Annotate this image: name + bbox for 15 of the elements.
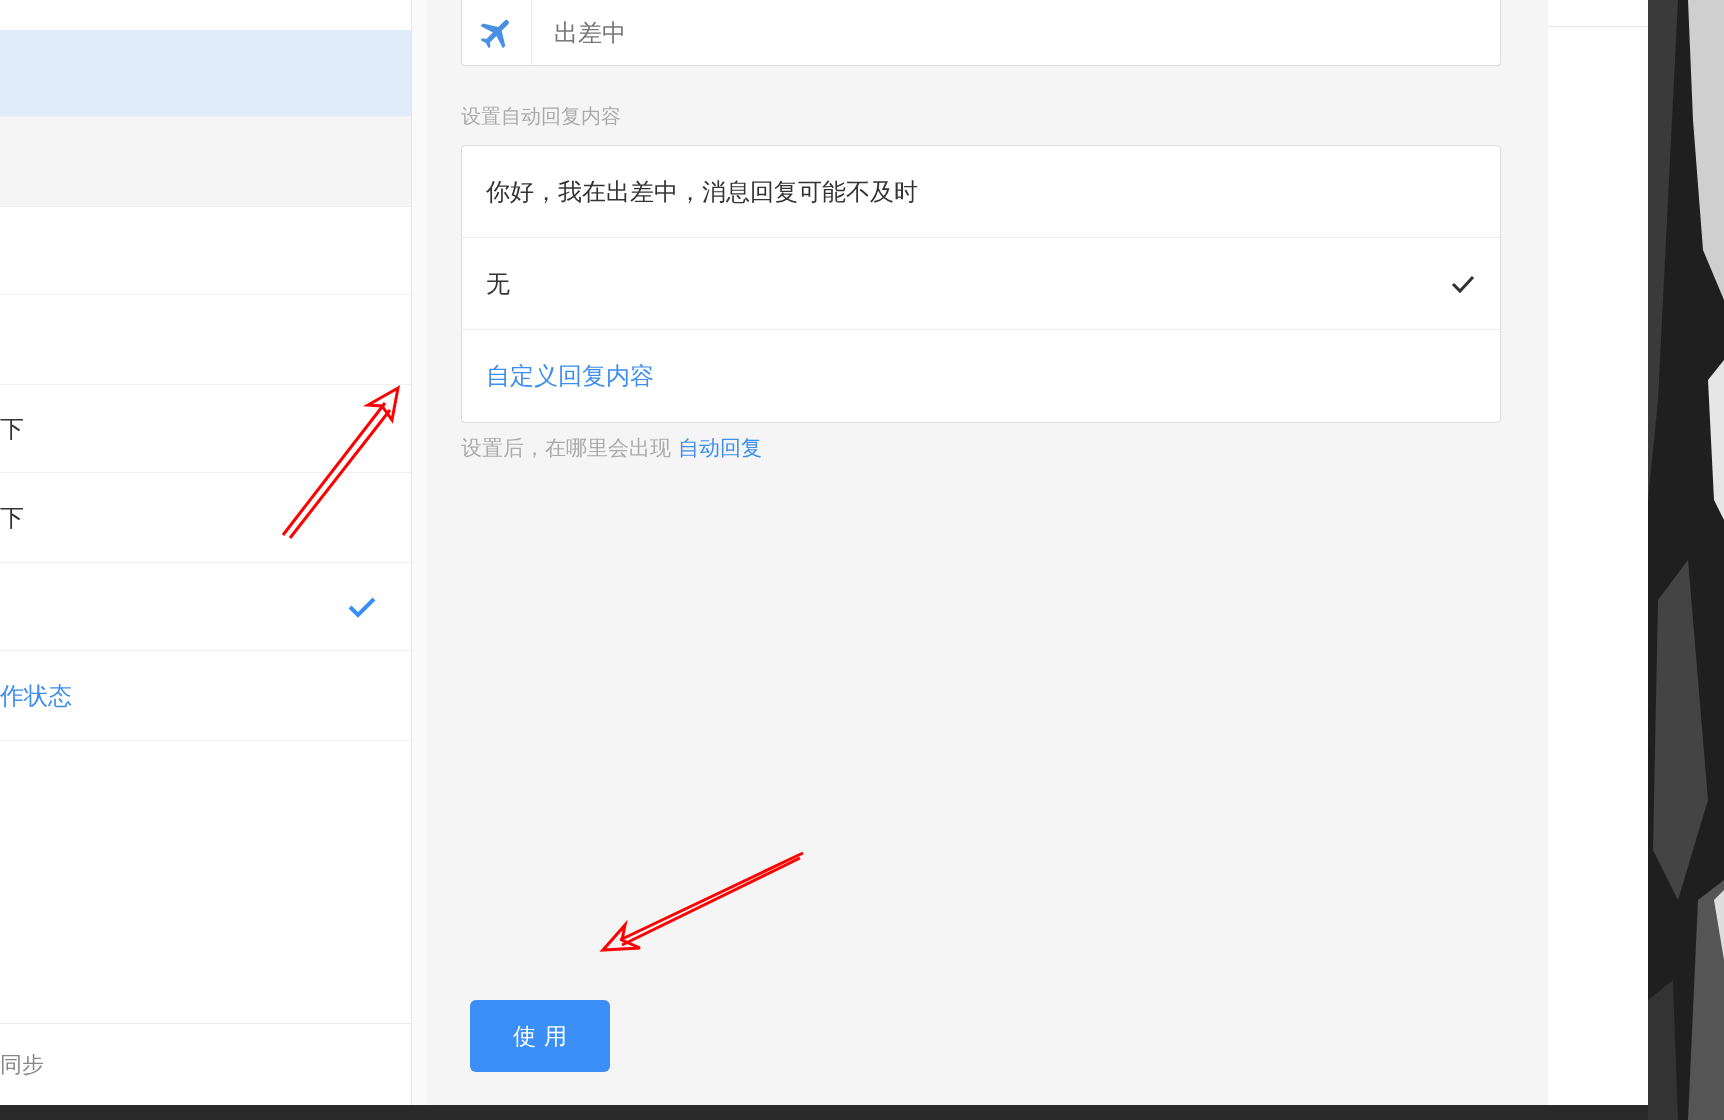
list-header[interactable] <box>0 117 411 207</box>
row-label: 下 <box>0 502 24 534</box>
row-label: 下 <box>0 413 24 445</box>
status-value: 出差中 <box>554 17 626 49</box>
auto-reply-link[interactable]: 自动回复 <box>677 436 762 460</box>
section-label: 设置自动回复内容 <box>461 103 621 130</box>
status-link: 作状态 <box>0 680 72 712</box>
hint-text: 设置后，在哪里会出现 自动回复 <box>461 435 762 462</box>
use-button[interactable]: 使 用 <box>470 1000 610 1072</box>
status-field[interactable]: 出差中 <box>461 0 1501 66</box>
reply-option[interactable]: 你好，我在出差中，消息回复可能不及时 <box>462 146 1500 238</box>
reply-option[interactable]: 无 <box>462 238 1500 330</box>
sync-label: 同步 <box>0 1051 44 1079</box>
list-row[interactable] <box>0 30 411 117</box>
custom-reply-link[interactable]: 自定义回复内容 <box>486 358 654 394</box>
